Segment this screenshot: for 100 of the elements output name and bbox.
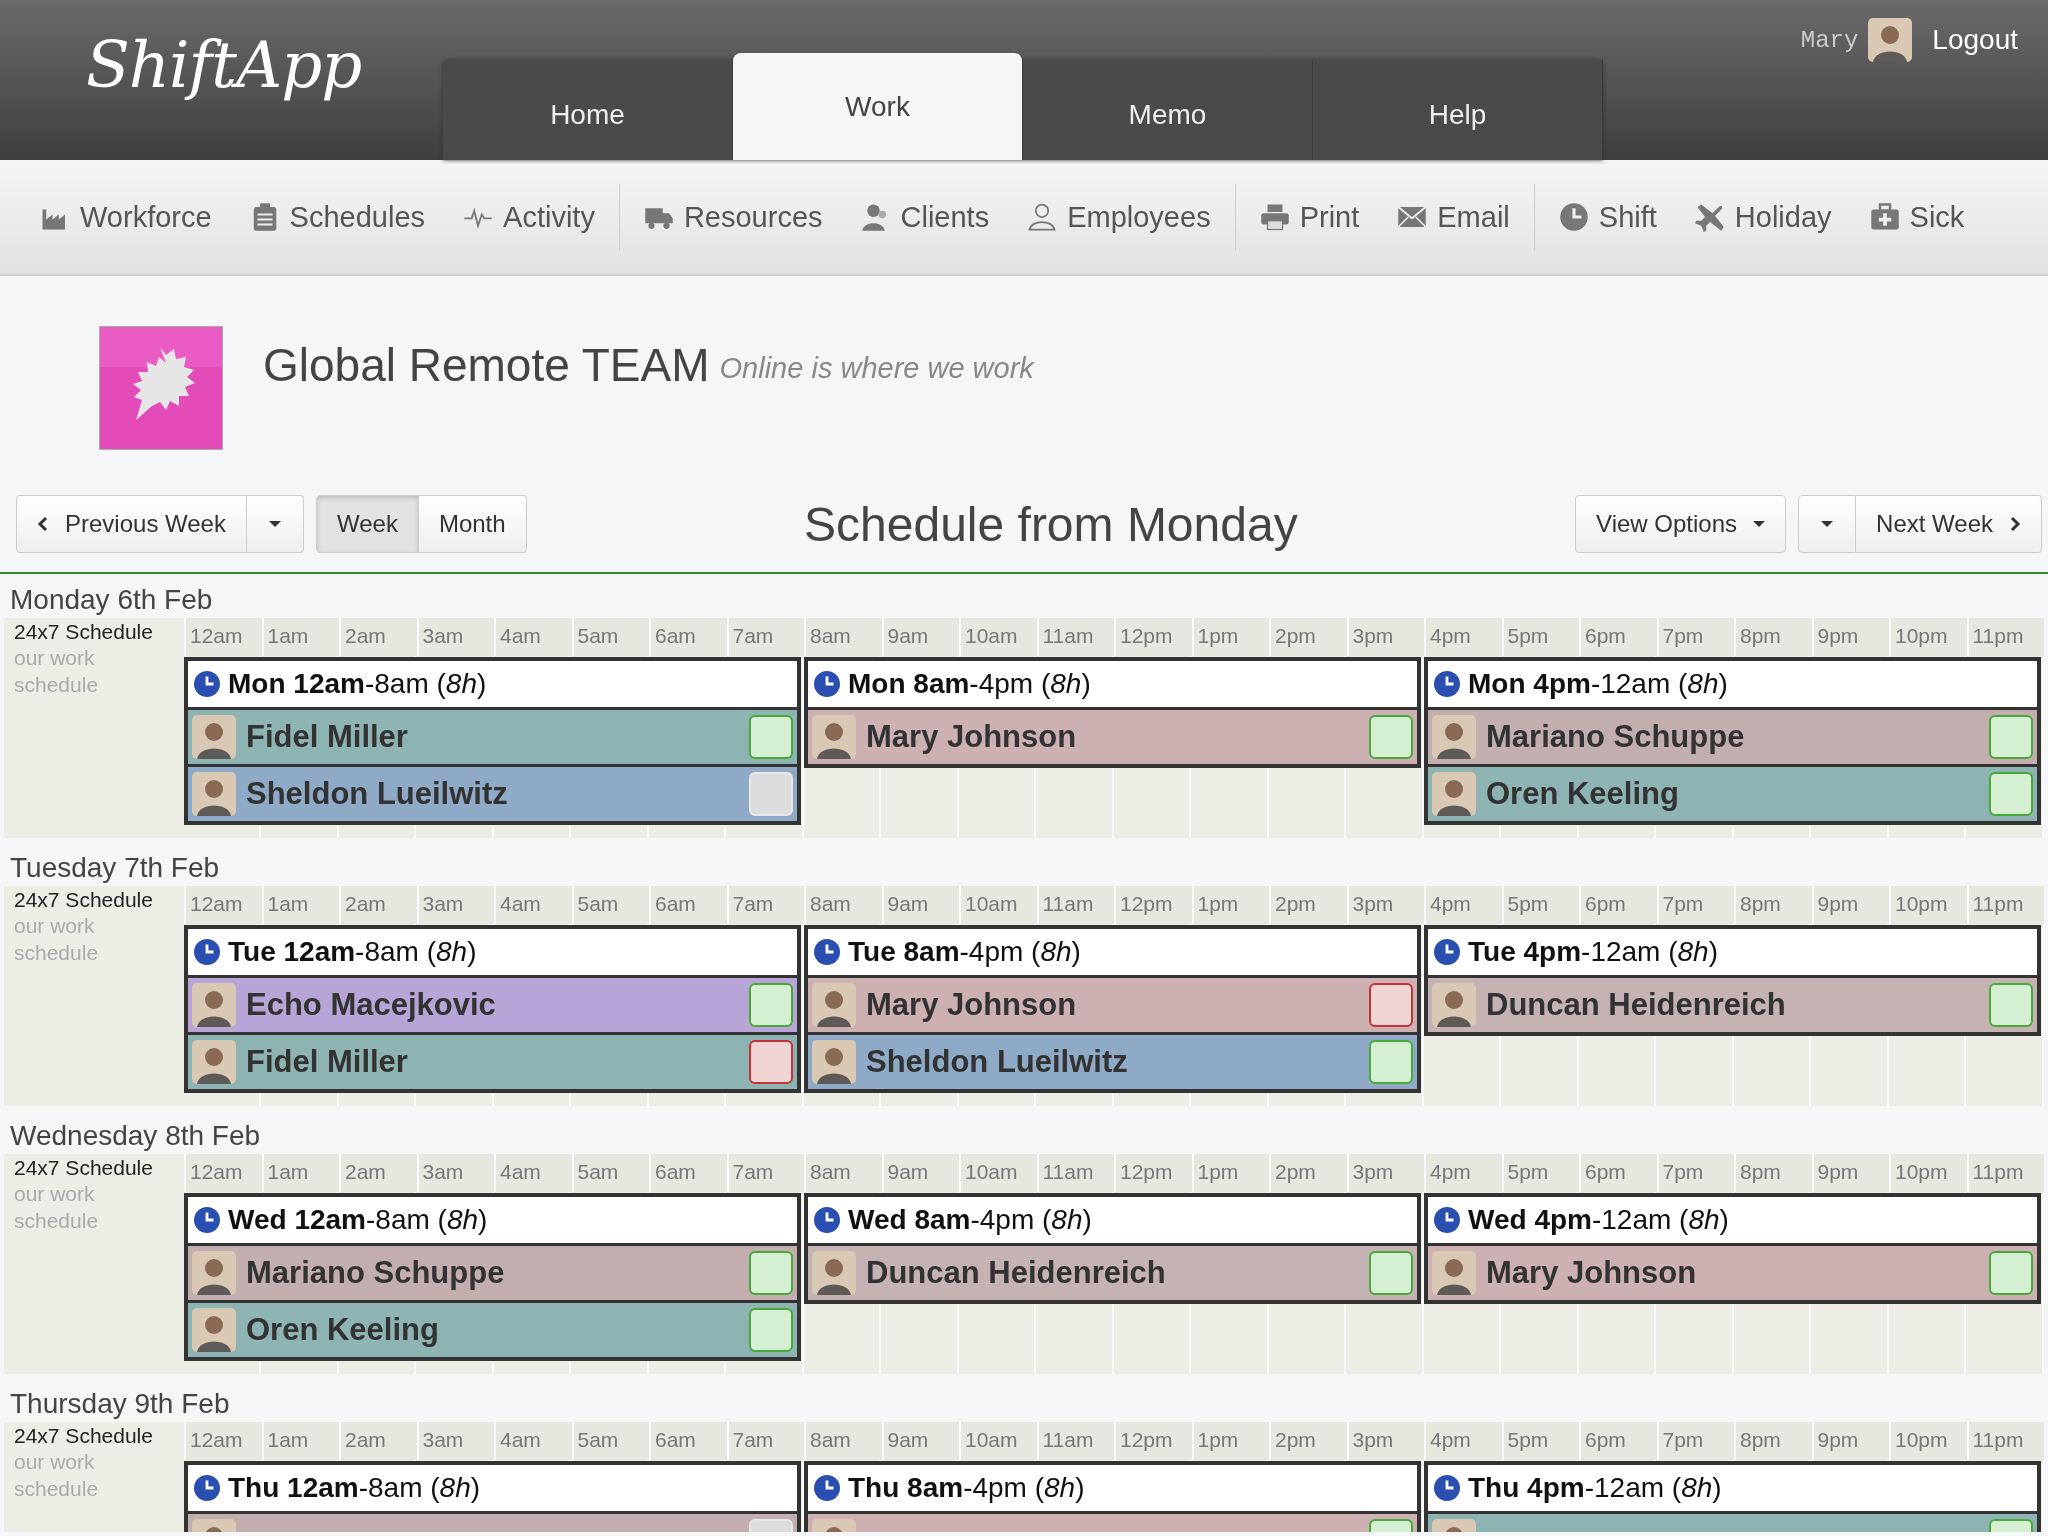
assignment-bar[interactable]: Mariano Schuppe: [1428, 710, 2037, 764]
assignment-bar[interactable]: Mary Johnson: [1428, 1246, 2037, 1300]
toolbar-button[interactable]: Workforce: [40, 200, 212, 234]
employee-name: Duncan Heidenreich: [1486, 987, 1787, 1023]
airplane-icon: [1694, 202, 1725, 232]
toolbar-button[interactable]: Resources: [643, 200, 823, 234]
chevron-right-icon: [2009, 516, 2021, 532]
avatar-icon: [192, 715, 236, 759]
previous-week-button[interactable]: Previous Week: [16, 495, 247, 553]
toolbar-button[interactable]: Sick: [1869, 200, 1965, 234]
clock-icon: [814, 1475, 840, 1501]
assignment-bar[interactable]: Duncan Heidenreich: [808, 1246, 1417, 1300]
toolbar-button[interactable]: Shift: [1558, 200, 1657, 234]
printer-icon: [1259, 202, 1290, 232]
assignment-bar[interactable]: Mary Johnson: [808, 710, 1417, 764]
employee-name: Duncan Heidenreich: [866, 1255, 1167, 1291]
employee-name: Mary Johnson: [866, 987, 1078, 1023]
status-checkbox[interactable]: [1989, 1251, 2033, 1295]
clock-icon: [1434, 1475, 1460, 1501]
assignment-bar[interactable]: Sheldon Lueilwitz: [808, 1035, 1417, 1089]
employee-name: Mariano Schuppe: [1486, 719, 1746, 755]
clock-icon: [194, 1475, 220, 1501]
status-checkbox[interactable]: [1369, 1040, 1413, 1084]
clock-icon: [814, 939, 840, 965]
logout-link[interactable]: Logout: [1932, 24, 2018, 56]
dropdown-button[interactable]: [1798, 495, 1857, 553]
schedule-description: our work schedule: [14, 1449, 100, 1502]
shift-time: Wed 12am-8am (8h): [228, 1204, 488, 1236]
clock-icon: [194, 671, 220, 697]
avatar-icon: [812, 1040, 856, 1084]
avatar-icon: [192, 1308, 236, 1352]
shift-time: Wed 4pm-12am (8h): [1468, 1204, 1729, 1236]
status-checkbox[interactable]: [749, 983, 793, 1027]
clock-icon: [814, 671, 840, 697]
dropdown-button[interactable]: [246, 495, 304, 553]
toolbar-button[interactable]: Print: [1259, 200, 1360, 234]
assignment-bar[interactable]: Duncan Heidenreich: [1428, 978, 2037, 1032]
assignment-bar[interactable]: Fidel Miller: [188, 1035, 797, 1089]
assignment-bar[interactable]: Fidel Miller: [188, 710, 797, 764]
shift-time: Wed 8am-4pm (8h): [848, 1204, 1092, 1236]
day-heading: Monday 6th Feb: [9, 583, 214, 617]
day-heading: Tuesday 7th Feb: [9, 851, 221, 885]
assignment-bar[interactable]: Mary Johnson: [808, 978, 1417, 1032]
view-tab[interactable]: Month: [418, 495, 527, 553]
tab[interactable]: Work: [733, 53, 1023, 160]
view-options-button[interactable]: View Options: [1575, 495, 1787, 553]
status-checkbox[interactable]: [1369, 715, 1413, 759]
status-checkbox[interactable]: [749, 1251, 793, 1295]
status-checkbox[interactable]: [1369, 983, 1413, 1027]
toolbar-button[interactable]: Schedules: [249, 200, 426, 234]
assignment-bar[interactable]: Echo Macejkovic: [188, 978, 797, 1032]
toolbar-button[interactable]: Activity: [463, 200, 595, 234]
toolbar-button[interactable]: Holiday: [1694, 200, 1832, 234]
assignment-bar[interactable]: Oren Keeling: [1428, 767, 2037, 821]
avatar-icon: [1432, 715, 1476, 759]
user-name: Mary: [1800, 26, 1859, 54]
employee-name: Fidel Miller: [246, 719, 409, 755]
clock-icon: [1558, 202, 1589, 232]
employee-name: Oren Keeling: [1486, 776, 1680, 812]
avatar-icon: [1868, 18, 1913, 62]
chevron-left-icon: [37, 516, 49, 532]
logo[interactable]: ShiftApp: [86, 28, 362, 102]
clock-icon: [1434, 1207, 1460, 1233]
caret-down-icon: [1821, 520, 1834, 528]
status-checkbox[interactable]: [1989, 983, 2033, 1027]
status-checkbox[interactable]: [749, 1040, 793, 1084]
employee-name: Mariano Schuppe: [246, 1255, 506, 1291]
status-checkbox[interactable]: [1989, 772, 2033, 816]
toolbar-button[interactable]: Email: [1397, 200, 1510, 234]
team-tagline: Online is where we work: [719, 352, 1034, 385]
status-checkbox[interactable]: [749, 1308, 793, 1352]
status-checkbox[interactable]: [1369, 1251, 1413, 1295]
schedule-name: 24x7 Schedule: [14, 1156, 154, 1180]
status-checkbox[interactable]: [1989, 715, 2033, 759]
shift-time: Thu 12am-8am (8h): [228, 1472, 481, 1504]
assignment-bar[interactable]: Mariano Schuppe: [188, 1246, 797, 1300]
employee-name: Fidel Miller: [246, 1044, 409, 1080]
employee-name: Mary Johnson: [866, 719, 1078, 755]
schedule-name: 24x7 Schedule: [14, 1424, 154, 1448]
avatar-icon: [192, 983, 236, 1027]
avatar-icon: [1432, 983, 1476, 1027]
avatar-icon: [812, 983, 856, 1027]
assignment-bar[interactable]: Oren Keeling: [188, 1303, 797, 1357]
shift-time: Mon 12am-8am (8h): [228, 668, 487, 700]
view-tab[interactable]: Week: [315, 495, 419, 553]
avatar-icon: [192, 1040, 236, 1084]
clock-icon: [194, 1207, 220, 1233]
employee-name: Sheldon Lueilwitz: [246, 776, 509, 812]
clock-icon: [1434, 671, 1460, 697]
schedule-description: our work schedule: [14, 913, 100, 966]
status-checkbox[interactable]: [749, 715, 793, 759]
toolbar-button[interactable]: Employees: [1027, 200, 1211, 234]
schedule-name: 24x7 Schedule: [14, 620, 154, 644]
employee-name: Oren Keeling: [246, 1312, 440, 1348]
avatar-icon: [812, 715, 856, 759]
shift-time: Tue 12am-8am (8h): [228, 936, 477, 968]
next-week-button[interactable]: Next Week: [1856, 495, 2042, 553]
assignment-bar[interactable]: Sheldon Lueilwitz: [188, 767, 797, 821]
caret-down-icon: [268, 520, 281, 528]
toolbar-button[interactable]: Clients: [860, 200, 990, 234]
